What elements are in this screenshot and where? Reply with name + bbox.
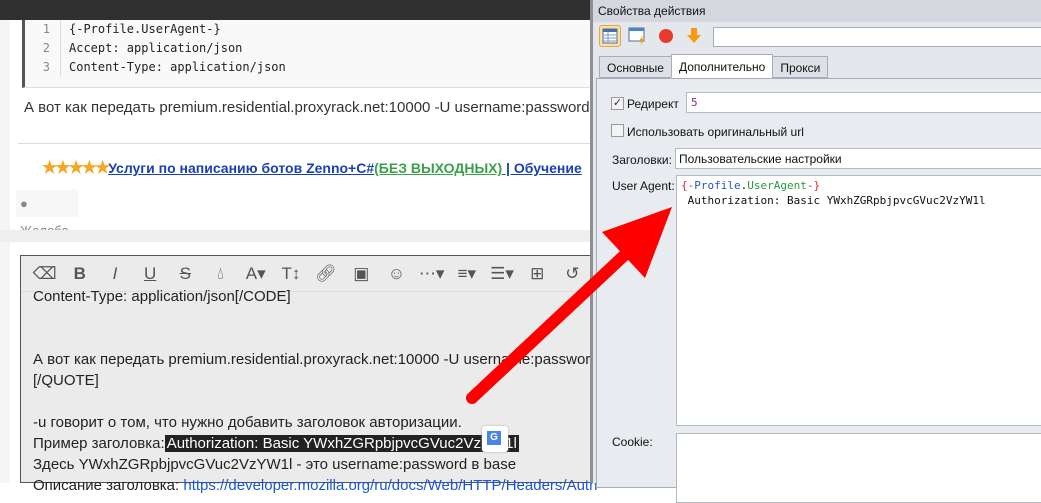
arrow-shaft: [466, 244, 636, 404]
red-arrow-annotation: [466, 207, 672, 404]
